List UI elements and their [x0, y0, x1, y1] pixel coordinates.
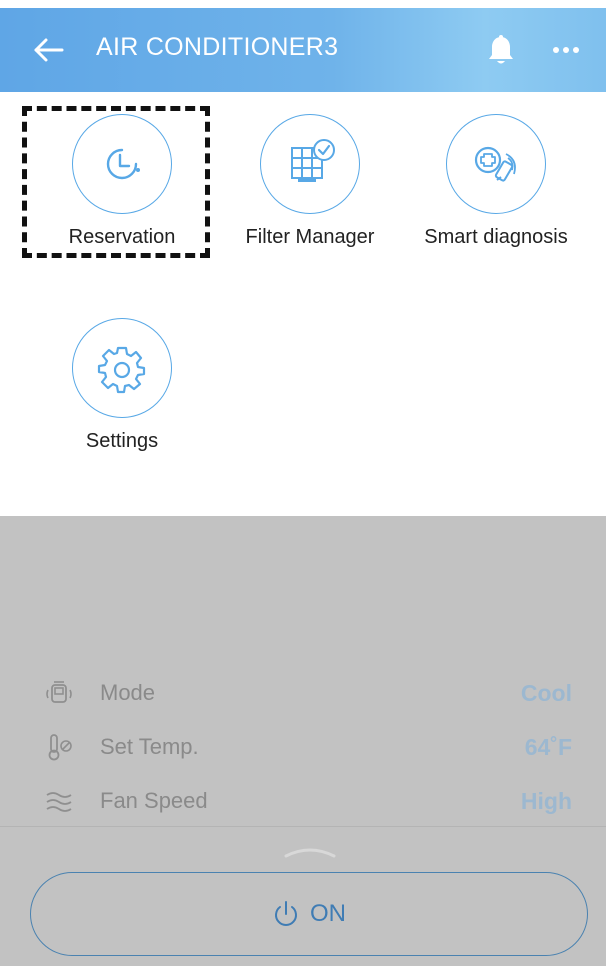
app-header: AIR CONDITIONER3 — [0, 8, 606, 92]
fan-row: Fan Speed High — [0, 780, 606, 820]
reservation-label: Reservation — [68, 226, 176, 248]
status-panel: Mode Cool Set Temp. 64˚F Fan Speed High … — [0, 516, 606, 966]
clock-icon — [106, 148, 140, 180]
back-button[interactable] — [30, 32, 66, 68]
more-dots-icon — [553, 47, 579, 53]
page-title: AIR CONDITIONER3 — [96, 33, 339, 61]
reservation-button[interactable]: Reservation — [32, 114, 212, 249]
power-button[interactable]: ON — [30, 872, 588, 956]
filter-manager-label: Filter Manager — [245, 226, 375, 248]
fan-label: Fan Speed — [100, 788, 208, 813]
fan-value: High — [520, 788, 572, 814]
expand-chevron-icon[interactable] — [282, 842, 338, 860]
mode-row: Mode Cool — [0, 672, 606, 712]
filter-icon — [291, 139, 335, 182]
gear-icon — [97, 346, 146, 394]
notifications-button[interactable] — [486, 34, 516, 68]
mode-value: Cool — [520, 680, 572, 706]
settings-circle — [72, 318, 172, 418]
more-options-button[interactable] — [550, 38, 582, 62]
temp-row: Set Temp. 64˚F — [0, 726, 606, 766]
settings-button[interactable]: Settings — [32, 318, 212, 453]
mode-label: Mode — [100, 680, 156, 705]
filter-manager-circle — [260, 114, 360, 214]
panel-divider — [0, 826, 606, 827]
wind-icon — [46, 792, 72, 812]
back-arrow-icon — [34, 38, 64, 62]
smart-diagnosis-button[interactable]: Smart diagnosis — [406, 114, 586, 249]
smart-diagnosis-label: Smart diagnosis — [424, 226, 568, 248]
diagnosis-icon — [474, 146, 516, 182]
filter-manager-button[interactable]: Filter Manager — [220, 114, 400, 249]
settings-label: Settings — [85, 430, 159, 452]
thermometer-icon — [48, 734, 72, 761]
temp-value: 64˚F — [524, 734, 572, 760]
reservation-circle — [72, 114, 172, 214]
power-icon — [275, 901, 297, 926]
power-label: ON — [310, 900, 346, 927]
temp-label: Set Temp. — [100, 734, 199, 759]
bell-icon — [489, 35, 513, 64]
smart-diagnosis-circle — [446, 114, 546, 214]
mode-icon — [46, 681, 72, 703]
